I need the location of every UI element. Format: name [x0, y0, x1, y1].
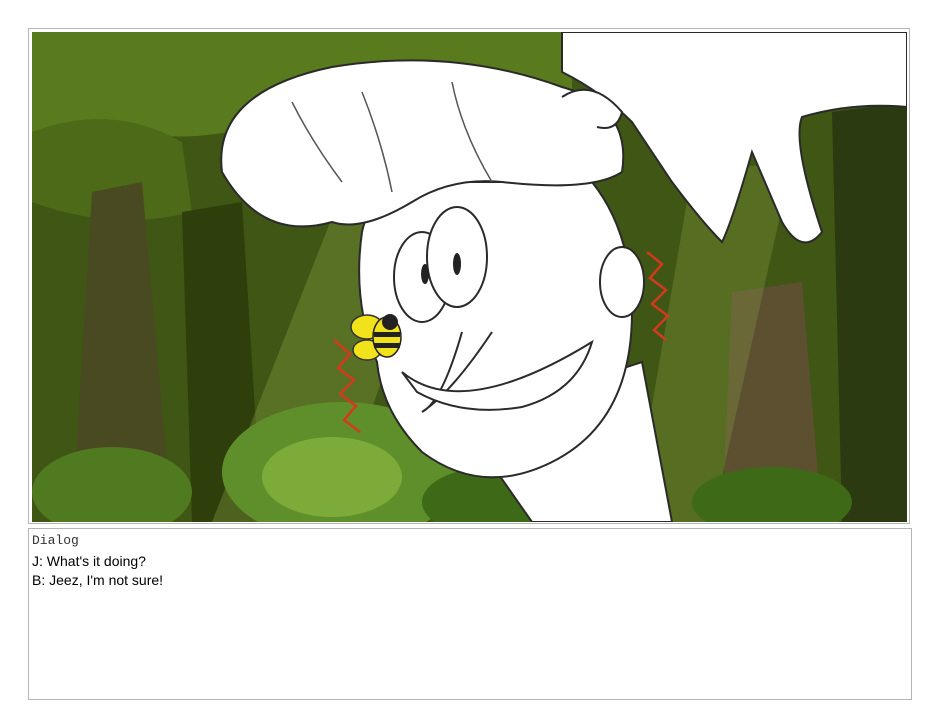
storyboard-panel-image	[32, 32, 907, 522]
pupil	[421, 264, 429, 284]
tree-trunk	[832, 102, 907, 522]
character-ear	[599, 246, 645, 318]
dialog-line: J: What's it doing?	[32, 553, 146, 569]
dialog-box: Dialog J: What's it doing? B: Jeez, I'm …	[28, 528, 912, 700]
dialog-line: B: Jeez, I'm not sure!	[32, 572, 164, 588]
foreground-bush	[262, 437, 402, 517]
dialog-heading: Dialog	[32, 533, 79, 548]
bee-icon	[350, 314, 402, 361]
pupil	[453, 253, 461, 275]
dialog-lines: J: What's it doing? B: Jeez, I'm not sur…	[32, 552, 163, 590]
